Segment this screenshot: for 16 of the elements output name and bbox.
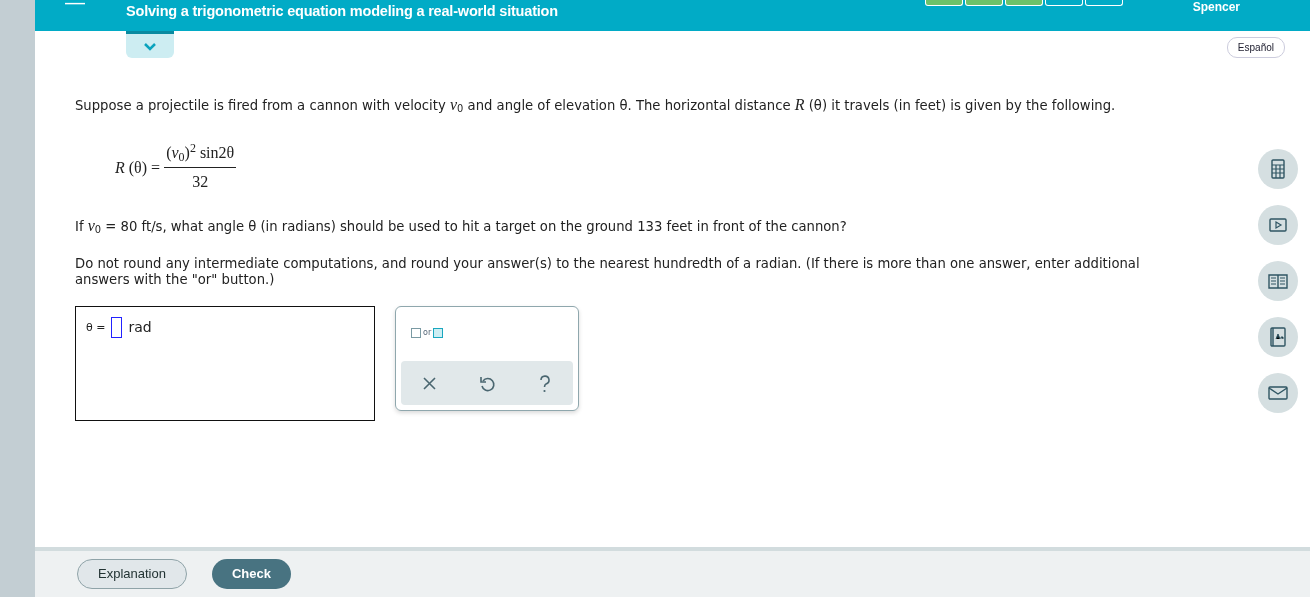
unit-label: rad	[128, 318, 152, 337]
explanation-button[interactable]: Explanation	[77, 559, 187, 589]
question-text: If v$_{0}$ = 80 ft/s, what angle θ (in radians) should be used to hit a target on the ground 133 feet in front of the cannon?	[75, 216, 848, 238]
instructions-text: Do not round any intermediate computations, and round your answer(s) to the nearest hundredth of a radian. (If there is more than one answer, enter additional answers with the "or" button.)	[75, 256, 1141, 288]
expand-button[interactable]	[126, 31, 174, 58]
or-button[interactable]: or	[411, 327, 444, 339]
formula-denominator: 32	[192, 172, 209, 192]
answer-field[interactable]	[111, 317, 123, 338]
problem-text: Suppose a projectile is fired from a cannon with velocity v$_{0}$ and angle of elevation θ. The horizontal distance R (θ) it travels (in feet) is given by the following.	[75, 95, 1117, 117]
check-button[interactable]: Check	[212, 559, 291, 589]
formula-numerator: (v$_{0}$)$^{2}$ sin2θ	[164, 141, 237, 168]
page-title: Solving a trigonometric equation modeling a real-world situation	[126, 2, 558, 21]
dictionary-icon[interactable]	[1267, 326, 1289, 348]
language-button[interactable]: Español	[1226, 37, 1285, 58]
formula-lhs: R (θ) =	[115, 157, 161, 179]
answer-label: θ =	[86, 320, 106, 336]
